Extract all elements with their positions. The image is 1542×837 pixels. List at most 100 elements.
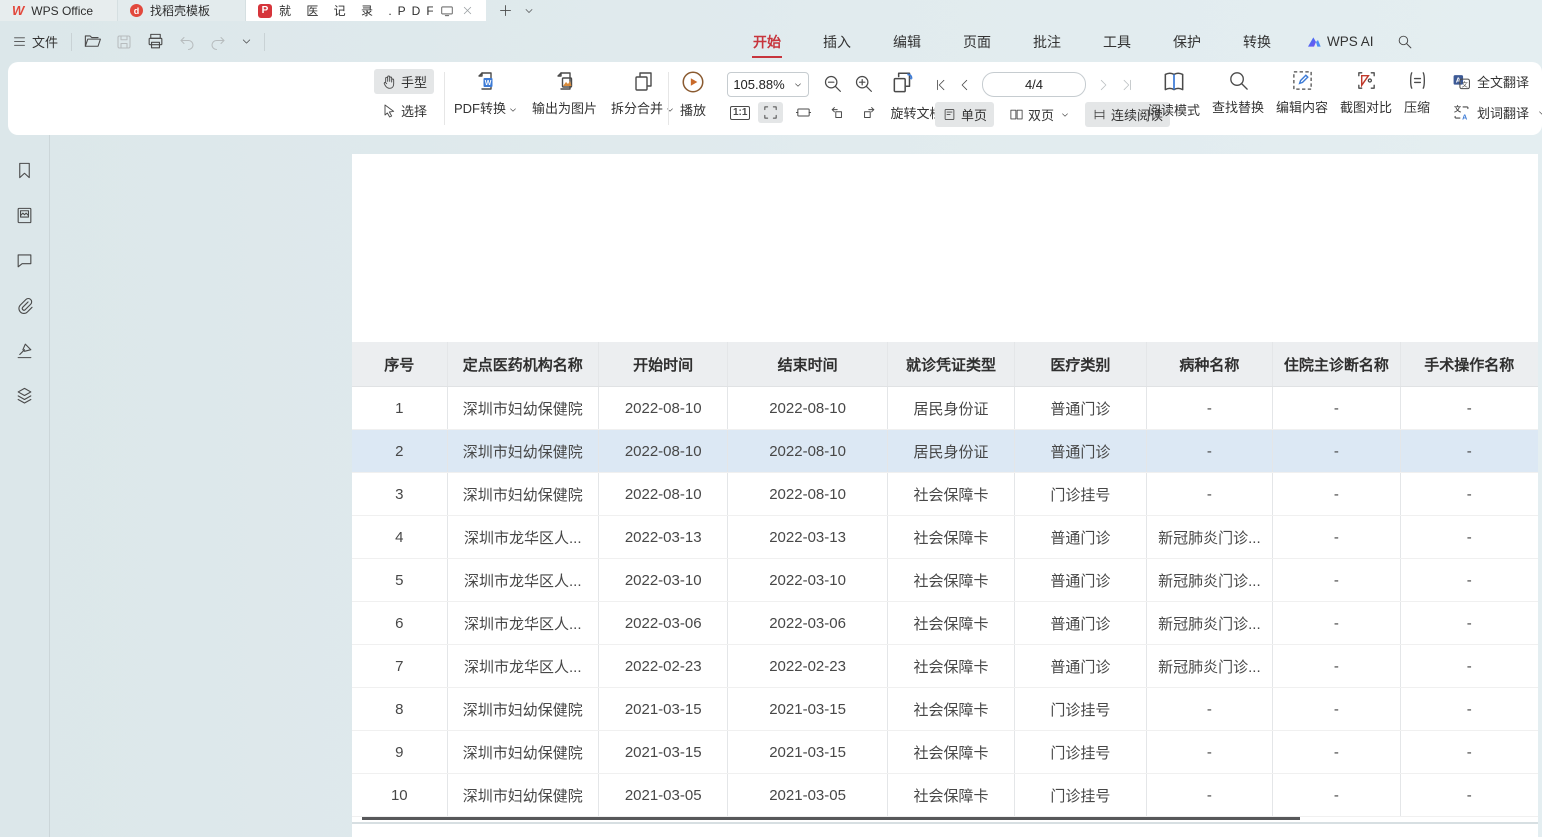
- table-cell: -: [1273, 473, 1400, 515]
- table-cell: 门诊挂号: [1015, 774, 1146, 816]
- pdf-convert-button[interactable]: W PDF转换: [454, 69, 518, 117]
- export-image-button[interactable]: 输出为图片: [532, 69, 597, 117]
- edit-content-button[interactable]: 编辑内容: [1276, 69, 1328, 116]
- table-header-row: 序号定点医药机构名称开始时间结束时间就诊凭证类型医疗类别病种名称住院主诊断名称手…: [352, 342, 1538, 387]
- zoom-in-icon[interactable]: [853, 73, 874, 94]
- rotate-right-button[interactable]: [857, 102, 882, 123]
- comments-icon[interactable]: [13, 249, 36, 272]
- more-actions-chevron-icon[interactable]: [238, 33, 255, 50]
- print-icon[interactable]: [144, 30, 167, 53]
- menu-tools[interactable]: 工具: [1082, 21, 1152, 62]
- split-merge-button[interactable]: 拆分合并: [611, 69, 675, 117]
- menu-convert[interactable]: 转换: [1222, 21, 1292, 62]
- table-cell: 普通门诊: [1015, 559, 1146, 601]
- rotate-right-icon: [861, 104, 878, 121]
- page-number-input[interactable]: 4/4: [982, 72, 1086, 97]
- tab-document[interactable]: P 就 医 记 录 .PDF: [246, 0, 486, 21]
- double-page-button[interactable]: 双页: [1002, 102, 1077, 127]
- last-page-icon[interactable]: [1120, 78, 1134, 92]
- play-icon[interactable]: [680, 69, 706, 95]
- table-cell: -: [1401, 645, 1538, 687]
- screenshot-compare-button[interactable]: 截图对比: [1340, 69, 1392, 116]
- rotate-document-icon[interactable]: [890, 70, 916, 96]
- tab-docer-templates[interactable]: d 找稻壳模板: [118, 0, 246, 21]
- menu-protect[interactable]: 保护: [1152, 21, 1222, 62]
- chevron-down-icon: [665, 105, 675, 115]
- divider: [444, 72, 445, 125]
- close-tab-icon[interactable]: [461, 4, 474, 17]
- pdf-convert-label: PDF转换: [454, 101, 506, 116]
- side-panel-bar: [0, 135, 50, 837]
- tab-list-chevron-icon[interactable]: [523, 5, 535, 17]
- single-page-label: 单页: [961, 105, 987, 124]
- table-cell: -: [1401, 602, 1538, 644]
- zoom-level-select[interactable]: 105.88%: [727, 72, 809, 97]
- table-cell: 2022-03-13: [599, 516, 728, 558]
- file-menu-button[interactable]: 文件: [8, 28, 62, 55]
- open-file-icon[interactable]: [81, 30, 104, 53]
- menu-annotate[interactable]: 批注: [1012, 21, 1082, 62]
- read-mode-icon[interactable]: [1161, 69, 1187, 95]
- word-translate-icon: 文A: [1452, 103, 1471, 122]
- table-cell: 居民身份证: [888, 430, 1015, 472]
- attachments-icon[interactable]: [13, 294, 36, 317]
- menu-page[interactable]: 页面: [942, 21, 1012, 62]
- redo-icon[interactable]: [207, 31, 229, 53]
- bookmarks-icon[interactable]: [13, 159, 36, 182]
- menu-search-icon[interactable]: [1388, 33, 1421, 50]
- table-cell: 2021-03-05: [599, 774, 728, 816]
- full-translate-icon: A文: [1452, 72, 1471, 91]
- divider: [71, 33, 72, 51]
- next-page-icon[interactable]: [1096, 78, 1110, 92]
- table-cell: 深圳市龙华区人...: [448, 645, 599, 687]
- zoom-out-icon[interactable]: [822, 73, 843, 94]
- tab-wps-office[interactable]: W WPS Office: [0, 0, 118, 21]
- single-page-button[interactable]: 单页: [935, 102, 994, 127]
- find-replace-button[interactable]: 查找替换: [1212, 69, 1264, 116]
- full-translate-button[interactable]: A文 全文翻译: [1452, 72, 1529, 91]
- compress-button[interactable]: 压缩: [1404, 69, 1430, 116]
- find-replace-label: 查找替换: [1212, 97, 1264, 116]
- column-header: 医疗类别: [1015, 342, 1146, 386]
- menu-wps-ai[interactable]: WPS AI: [1292, 34, 1388, 49]
- save-icon[interactable]: [113, 31, 135, 53]
- select-tool-button[interactable]: 选择: [374, 98, 434, 123]
- layers-icon[interactable]: [13, 384, 36, 407]
- table-cell: -: [1401, 473, 1538, 515]
- menu-insert[interactable]: 插入: [802, 21, 872, 62]
- new-tab-icon[interactable]: [498, 3, 513, 18]
- previous-page-icon[interactable]: [958, 78, 972, 92]
- table-cell: 4: [352, 516, 448, 558]
- edit-content-icon: [1291, 69, 1314, 92]
- table-cell: 深圳市妇幼保健院: [448, 774, 599, 816]
- signature-icon[interactable]: [13, 339, 36, 362]
- medical-records-table: 序号定点医药机构名称开始时间结束时间就诊凭证类型医疗类别病种名称住院主诊断名称手…: [352, 342, 1538, 817]
- wps-ai-label: WPS AI: [1327, 34, 1374, 49]
- first-page-icon[interactable]: [934, 78, 948, 92]
- full-translate-label: 全文翻译: [1477, 72, 1529, 91]
- menu-home[interactable]: 开始: [732, 21, 802, 62]
- table-cell: 2021-03-15: [728, 731, 887, 773]
- table-cell: 深圳市龙华区人...: [448, 516, 599, 558]
- fit-page-button[interactable]: [791, 102, 816, 123]
- menu-edit[interactable]: 编辑: [872, 21, 942, 62]
- table-cell: 7: [352, 645, 448, 687]
- table-cell: 社会保障卡: [888, 688, 1015, 730]
- rotate-left-button[interactable]: [824, 102, 849, 123]
- table-cell: 2022-08-10: [728, 473, 887, 515]
- single-page-icon: [942, 107, 957, 122]
- chevron-down-icon: [1060, 110, 1070, 120]
- word-translate-button[interactable]: 文A 划词翻译: [1452, 103, 1542, 122]
- table-cell: 深圳市妇幼保健院: [448, 430, 599, 472]
- present-monitor-icon[interactable]: [440, 4, 454, 18]
- thumbnails-icon[interactable]: [13, 204, 36, 227]
- cursor-icon: [381, 103, 397, 119]
- hand-tool-button[interactable]: 手型: [374, 69, 434, 94]
- actual-size-button[interactable]: 1:1: [730, 106, 750, 120]
- document-area[interactable]: 序号定点医药机构名称开始时间结束时间就诊凭证类型医疗类别病种名称住院主诊断名称手…: [51, 135, 1542, 837]
- undo-icon[interactable]: [176, 31, 198, 53]
- fit-width-button[interactable]: [758, 102, 783, 123]
- wps-logo-icon: W: [12, 3, 24, 18]
- table-cell: 1: [352, 387, 448, 429]
- file-menu-label: 文件: [32, 32, 58, 51]
